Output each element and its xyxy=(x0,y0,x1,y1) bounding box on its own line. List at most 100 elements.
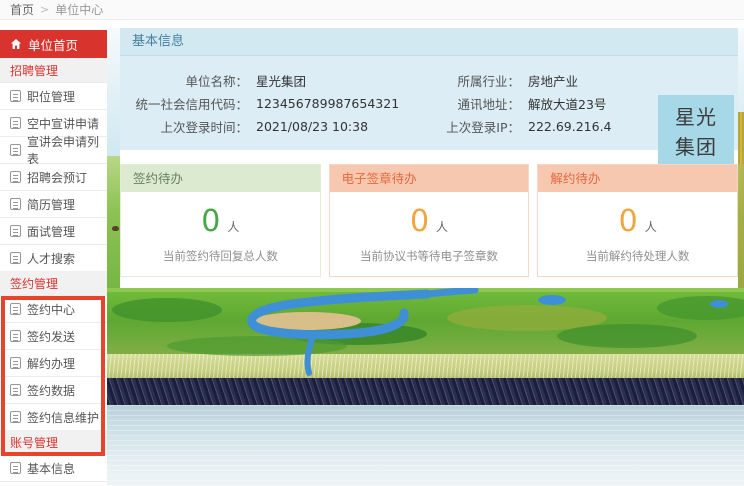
breadcrumb: 首页 > 单位中心 xyxy=(0,0,744,20)
sidebar-section-recruit: 招聘管理 xyxy=(0,58,107,82)
sidebar-item-cancel-handle[interactable]: 解约办理 xyxy=(0,349,107,376)
card-count: 0 xyxy=(201,204,220,239)
sidebar-item-label: 职位管理 xyxy=(27,88,75,105)
sidebar-item-label: 简历管理 xyxy=(27,196,75,213)
sidebar-item-sign-data[interactable]: 签约数据 xyxy=(0,376,107,403)
field-value: 解放大道23号 xyxy=(528,94,606,113)
breadcrumb-separator-icon: > xyxy=(40,3,49,16)
card-caption: 当前解约待处理人数 xyxy=(538,248,737,264)
sidebar-item-resume-manage[interactable]: 简历管理 xyxy=(0,190,107,217)
document-icon xyxy=(10,144,21,156)
card-title: 签约待办 xyxy=(121,165,320,192)
field-value: 星光集团 xyxy=(256,71,306,90)
sidebar-item-label: 招聘会预订 xyxy=(27,169,87,186)
document-icon xyxy=(10,90,21,102)
field-value: 房地产业 xyxy=(528,71,578,90)
document-icon xyxy=(10,171,21,183)
sidebar-item-label: 单位首页 xyxy=(28,35,78,54)
sidebar-item-basic-info[interactable]: 基本信息 xyxy=(0,454,107,481)
card-sign-todo: 签约待办 0人 当前签约待回复总人数 xyxy=(120,164,321,277)
document-icon xyxy=(10,462,21,474)
sidebar-item-unit-home[interactable]: 单位首页 xyxy=(0,30,107,58)
sidebar-item-jobfair-booking[interactable]: 招聘会预订 xyxy=(0,163,107,190)
todo-cards: 签约待办 0人 当前签约待回复总人数 电子签章待办 0人 当前协议书等待电子签章… xyxy=(120,164,738,277)
document-icon xyxy=(10,384,21,396)
field-unit-name: 单位名称： 星光集团 xyxy=(130,69,399,92)
photo-river-vegetation xyxy=(107,288,744,380)
photo-horse xyxy=(112,226,119,231)
sidebar-item-air-lecture-apply[interactable]: 空中宣讲申请 xyxy=(0,109,107,136)
document-icon xyxy=(10,252,21,264)
breadcrumb-home[interactable]: 首页 xyxy=(10,1,34,18)
photo-water xyxy=(107,405,744,486)
field-label: 单位名称： xyxy=(130,71,248,90)
sidebar-item-talent-search[interactable]: 人才搜索 xyxy=(0,244,107,271)
card-count: 0 xyxy=(619,204,638,239)
sidebar-item-label: 签约发送 xyxy=(27,328,75,345)
info-fields-right: 所属行业： 房地产业 通讯地址： 解放大道23号 上次登录IP： 222.69.… xyxy=(420,69,612,138)
field-label: 上次登录IP： xyxy=(420,117,520,136)
field-value: 222.69.216.4 xyxy=(528,119,612,134)
sidebar-item-label: 签约中心 xyxy=(27,301,75,318)
basic-info-panel: 基本信息 单位名称： 星光集团 统一社会信用代码： 12345678998765… xyxy=(120,28,738,150)
card-unit: 人 xyxy=(227,220,239,234)
home-icon xyxy=(10,38,22,50)
card-count: 0 xyxy=(410,204,429,239)
card-caption: 当前签约待回复总人数 xyxy=(121,248,320,264)
sidebar-item-sign-info-maintain[interactable]: 签约信息维护 xyxy=(0,403,107,430)
field-credit-code: 统一社会信用代码： 123456789987654321 xyxy=(130,92,399,115)
sidebar-item-label: 人才搜索 xyxy=(27,250,75,267)
logo-line2: 集团 xyxy=(658,132,734,162)
card-unit: 人 xyxy=(436,220,448,234)
sidebar-section-sign: 签约管理 xyxy=(0,271,107,295)
panel-title: 基本信息 xyxy=(120,28,738,56)
document-icon xyxy=(10,411,21,423)
sidebar: 单位首页 招聘管理 职位管理 空中宣讲申请 宣讲会申请列表 招聘会预订 简历管理… xyxy=(0,30,107,486)
field-label: 上次登录时间： xyxy=(130,117,248,136)
card-cancel-todo: 解约待办 0人 当前解约待处理人数 xyxy=(537,164,738,277)
sidebar-item-label: 空中宣讲申请 xyxy=(27,115,99,132)
page: 首页 > 单位中心 xyxy=(0,0,744,486)
field-address: 通讯地址： 解放大道23号 xyxy=(420,92,612,115)
photo-cliff-band xyxy=(107,378,744,406)
sidebar-item-sign-send[interactable]: 签约发送 xyxy=(0,322,107,349)
field-last-login-ip: 上次登录IP： 222.69.216.4 xyxy=(420,115,612,138)
sidebar-item-sign-center[interactable]: 签约中心 xyxy=(0,295,107,322)
sidebar-item-label: 签约数据 xyxy=(27,382,75,399)
sidebar-item-label: 基本信息 xyxy=(27,460,75,477)
sidebar-item-lecture-apply-list[interactable]: 宣讲会申请列表 xyxy=(0,136,107,163)
field-value: 123456789987654321 xyxy=(256,96,399,111)
field-last-login-time: 上次登录时间： 2021/08/23 10:38 xyxy=(130,115,399,138)
sidebar-item-label: 解约办理 xyxy=(27,355,75,372)
document-icon xyxy=(10,225,21,237)
card-title: 解约待办 xyxy=(538,165,737,192)
field-label: 统一社会信用代码： xyxy=(130,94,248,113)
document-icon xyxy=(10,303,21,315)
document-icon xyxy=(10,117,21,129)
card-body: 0人 当前解约待处理人数 xyxy=(538,192,737,276)
document-icon xyxy=(10,330,21,342)
field-value: 2021/08/23 10:38 xyxy=(256,119,368,134)
info-fields-left: 单位名称： 星光集团 统一社会信用代码： 123456789987654321 … xyxy=(130,69,399,138)
card-eseal-todo: 电子签章待办 0人 当前协议书等待电子签章数 xyxy=(329,164,530,277)
sidebar-item-interview-manage[interactable]: 面试管理 xyxy=(0,217,107,244)
card-body: 0人 当前签约待回复总人数 xyxy=(121,192,320,276)
sidebar-item-label: 宣讲会申请列表 xyxy=(27,133,107,167)
card-unit: 人 xyxy=(645,220,657,234)
field-label: 所属行业： xyxy=(420,71,520,90)
sidebar-item-label: 签约信息维护 xyxy=(27,409,99,426)
breadcrumb-current: 单位中心 xyxy=(55,1,103,18)
document-icon xyxy=(10,357,21,369)
logo-line1: 星光 xyxy=(658,102,734,132)
card-body: 0人 当前协议书等待电子签章数 xyxy=(330,192,529,276)
field-label: 通讯地址： xyxy=(420,94,520,113)
sidebar-section-account: 账号管理 xyxy=(0,430,107,454)
card-title: 电子签章待办 xyxy=(330,165,529,192)
card-caption: 当前协议书等待电子签章数 xyxy=(330,248,529,264)
sidebar-item-unit-album[interactable]: 单位相册 xyxy=(0,481,107,486)
field-industry: 所属行业： 房地产业 xyxy=(420,69,612,92)
sidebar-item-job-manage[interactable]: 职位管理 xyxy=(0,82,107,109)
company-logo: 星光 集团 xyxy=(658,95,734,168)
sidebar-item-label: 面试管理 xyxy=(27,223,75,240)
panel-body: 单位名称： 星光集团 统一社会信用代码： 123456789987654321 … xyxy=(120,56,738,150)
